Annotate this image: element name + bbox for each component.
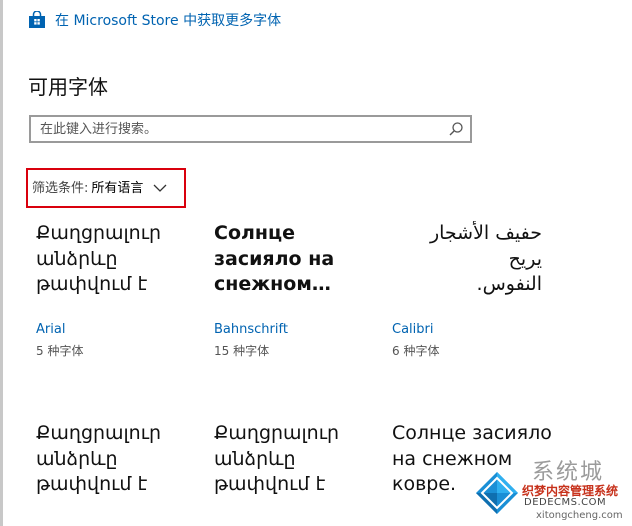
filter-label: 筛选条件:	[32, 181, 89, 196]
window-left-edge	[0, 0, 3, 526]
search-box[interactable]	[29, 115, 472, 143]
font-preview: Քաղցրալուր անձրևը թափվում է տանիքից:	[214, 422, 340, 501]
font-preview: Солнце засияло на снежном ковре.	[392, 422, 552, 495]
store-link-label: 在 Microsoft Store 中获取更多字体	[55, 13, 282, 29]
font-preview: Քաղցրալուր անձրևը թափվում է տանիքից:	[36, 222, 162, 301]
search-icon[interactable]	[448, 121, 464, 141]
filter-value: 所有语言	[91, 181, 144, 196]
section-title: 可用字体	[28, 75, 108, 99]
font-tile[interactable]: Քաղցրալուր անձրևը թափվում է տանիքից:	[36, 421, 206, 501]
font-preview: Քաղցրալուր անձրևը թափվում է տանիքից:	[36, 422, 162, 501]
font-name: Bahnschrift	[214, 322, 288, 337]
font-tile-arial[interactable]: Քաղցրալուր անձրևը թափվում է տանիքից: Ari…	[36, 221, 206, 358]
font-count: 5 种字体	[36, 344, 84, 358]
font-tile-calibri[interactable]: حفيف الأشجار يريح النفوس. Calibri 6 种字体	[392, 221, 542, 358]
store-link[interactable]: 在 Microsoft Store 中获取更多字体	[28, 10, 281, 30]
font-preview: حفيف الأشجار يريح النفوس.	[429, 222, 542, 295]
watermark-url: xitongcheng.com	[536, 510, 623, 521]
store-bag-icon	[28, 11, 46, 29]
search-input[interactable]	[31, 117, 450, 141]
font-tile[interactable]: Солнце засияло на снежном ковре.	[392, 421, 562, 501]
language-filter-dropdown[interactable]: 筛选条件: 所有语言	[32, 176, 167, 197]
font-tile[interactable]: Քաղցրալուր անձրևը թափվում է տանիքից:	[214, 421, 384, 501]
font-tile-bahnschrift[interactable]: Солнце засияло на снежном… Bahnschrift 1…	[214, 221, 384, 358]
fonts-settings-page: 在 Microsoft Store 中获取更多字体 可用字体 筛选条件: 所有语…	[0, 0, 632, 526]
font-preview: Солнце засияло на снежном…	[214, 222, 335, 295]
font-count: 6 种字体	[392, 344, 440, 358]
font-name: Arial	[36, 322, 66, 337]
chevron-down-icon	[153, 178, 167, 197]
font-count: 15 种字体	[214, 344, 270, 358]
font-name: Calibri	[392, 322, 434, 337]
